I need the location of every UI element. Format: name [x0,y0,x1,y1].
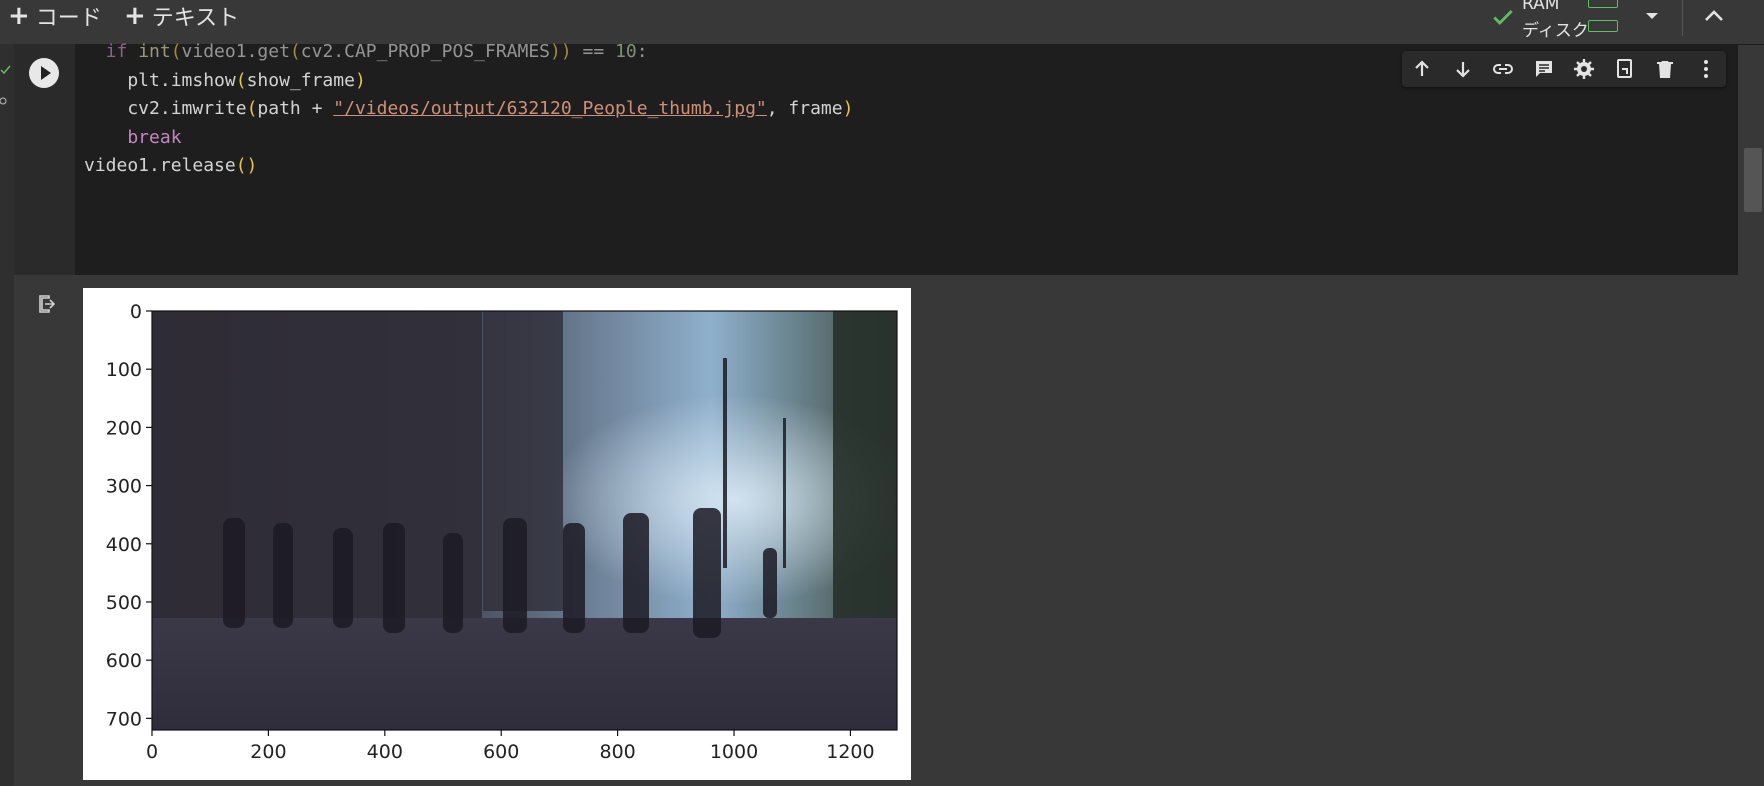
chevron-up-icon[interactable] [1700,4,1728,32]
y-tick-label: 100 [106,359,142,381]
y-tick-label: 0 [130,301,142,323]
link-icon[interactable] [1489,55,1517,83]
y-tick-label: 500 [106,592,142,614]
x-tick-label: 400 [367,741,403,763]
settings-icon[interactable] [1570,55,1598,83]
code-line[interactable]: break [84,124,853,153]
delete-icon[interactable] [1651,55,1679,83]
left-margin [0,44,14,786]
x-tick-label: 800 [599,741,635,763]
x-tick-label: 200 [250,741,286,763]
code-token: cv2.imwrite [84,98,247,120]
y-tick-label: 600 [106,650,142,672]
code-token: cv2.CAP_PROP_POS_FRAMES [300,41,551,62]
code-token: : [636,41,648,62]
x-tick-label: 1200 [826,741,874,763]
mirror-cell-icon[interactable] [1611,55,1639,83]
matplotlib-figure: 0 200 400 600 800 1000 1200 0 100 200 300 400 500 60… [83,288,911,780]
scrollbar-thumb[interactable] [1744,148,1762,212]
code-token: ( [246,98,258,120]
ram-usage-bar [1588,0,1618,8]
code-token: ) [354,69,366,91]
x-tick-label: 600 [483,741,519,763]
resource-monitor[interactable]: RAM ディスク [1490,0,1620,44]
add-text-button[interactable]: + テキスト [124,0,239,32]
chevron-down-icon[interactable] [1640,8,1664,28]
code-token: ( [289,41,301,62]
code-line[interactable]: plt.imshow(show_frame) [84,67,853,96]
connected-check-icon [1490,4,1516,34]
code-line[interactable]: video1.release() [84,152,853,181]
y-tick-label: 300 [106,476,142,498]
x-tick-label: 0 [146,741,158,763]
code-token: ) [842,98,854,120]
disk-usage-bar [1588,20,1618,32]
more-vert-icon[interactable] [1692,55,1720,83]
photo-frame [152,311,897,730]
code-token: break [84,126,182,148]
code-token: path + [257,98,334,120]
code-editor[interactable]: if int(video1.get(cv2.CAP_PROP_POS_FRAME… [84,38,853,181]
plus-icon: + [8,1,30,31]
move-down-icon[interactable] [1449,55,1477,83]
y-tick-label: 400 [106,534,142,556]
disk-label: ディスク [1522,21,1589,41]
code-token: == [571,41,616,62]
code-token: , frame [766,98,843,120]
code-token: int [138,41,171,62]
move-up-icon[interactable] [1408,55,1436,83]
add-code-label: コード [35,6,102,31]
code-token: video1.get [181,41,290,62]
comment-icon[interactable] [1530,55,1558,83]
run-cell-button[interactable] [29,58,59,88]
code-token: video1.release [84,155,236,177]
code-line[interactable]: cv2.imwrite(path + "/videos/output/63212… [84,95,853,124]
output-actions-icon[interactable] [36,292,60,320]
plus-icon: + [124,1,146,31]
y-tick-label: 700 [106,708,142,730]
code-token: ( [170,41,182,62]
x-tick-label: 1000 [710,741,758,763]
ram-label: RAM [1522,0,1560,14]
code-token: "/videos/output/632120_People_thumb.jpg" [333,98,767,120]
code-token: if [84,41,139,62]
add-text-label: テキスト [151,6,240,31]
y-tick-label: 200 [106,417,142,439]
image-plot: 0 200 400 600 800 1000 1200 0 100 200 300 400 500 60… [106,301,898,763]
add-code-button[interactable]: + コード [8,0,102,32]
code-token: show_frame [246,69,355,91]
cell-toolbar [1402,51,1726,87]
cell-gutter [14,44,75,275]
code-token: ( [235,69,247,91]
code-token: () [235,155,258,177]
code-token: 10 [615,41,637,62]
toolbar-divider [1682,0,1683,36]
code-line[interactable]: if int(video1.get(cv2.CAP_PROP_POS_FRAME… [84,38,853,67]
code-token: plt.imshow [84,69,236,91]
code-token: )) [550,41,572,62]
